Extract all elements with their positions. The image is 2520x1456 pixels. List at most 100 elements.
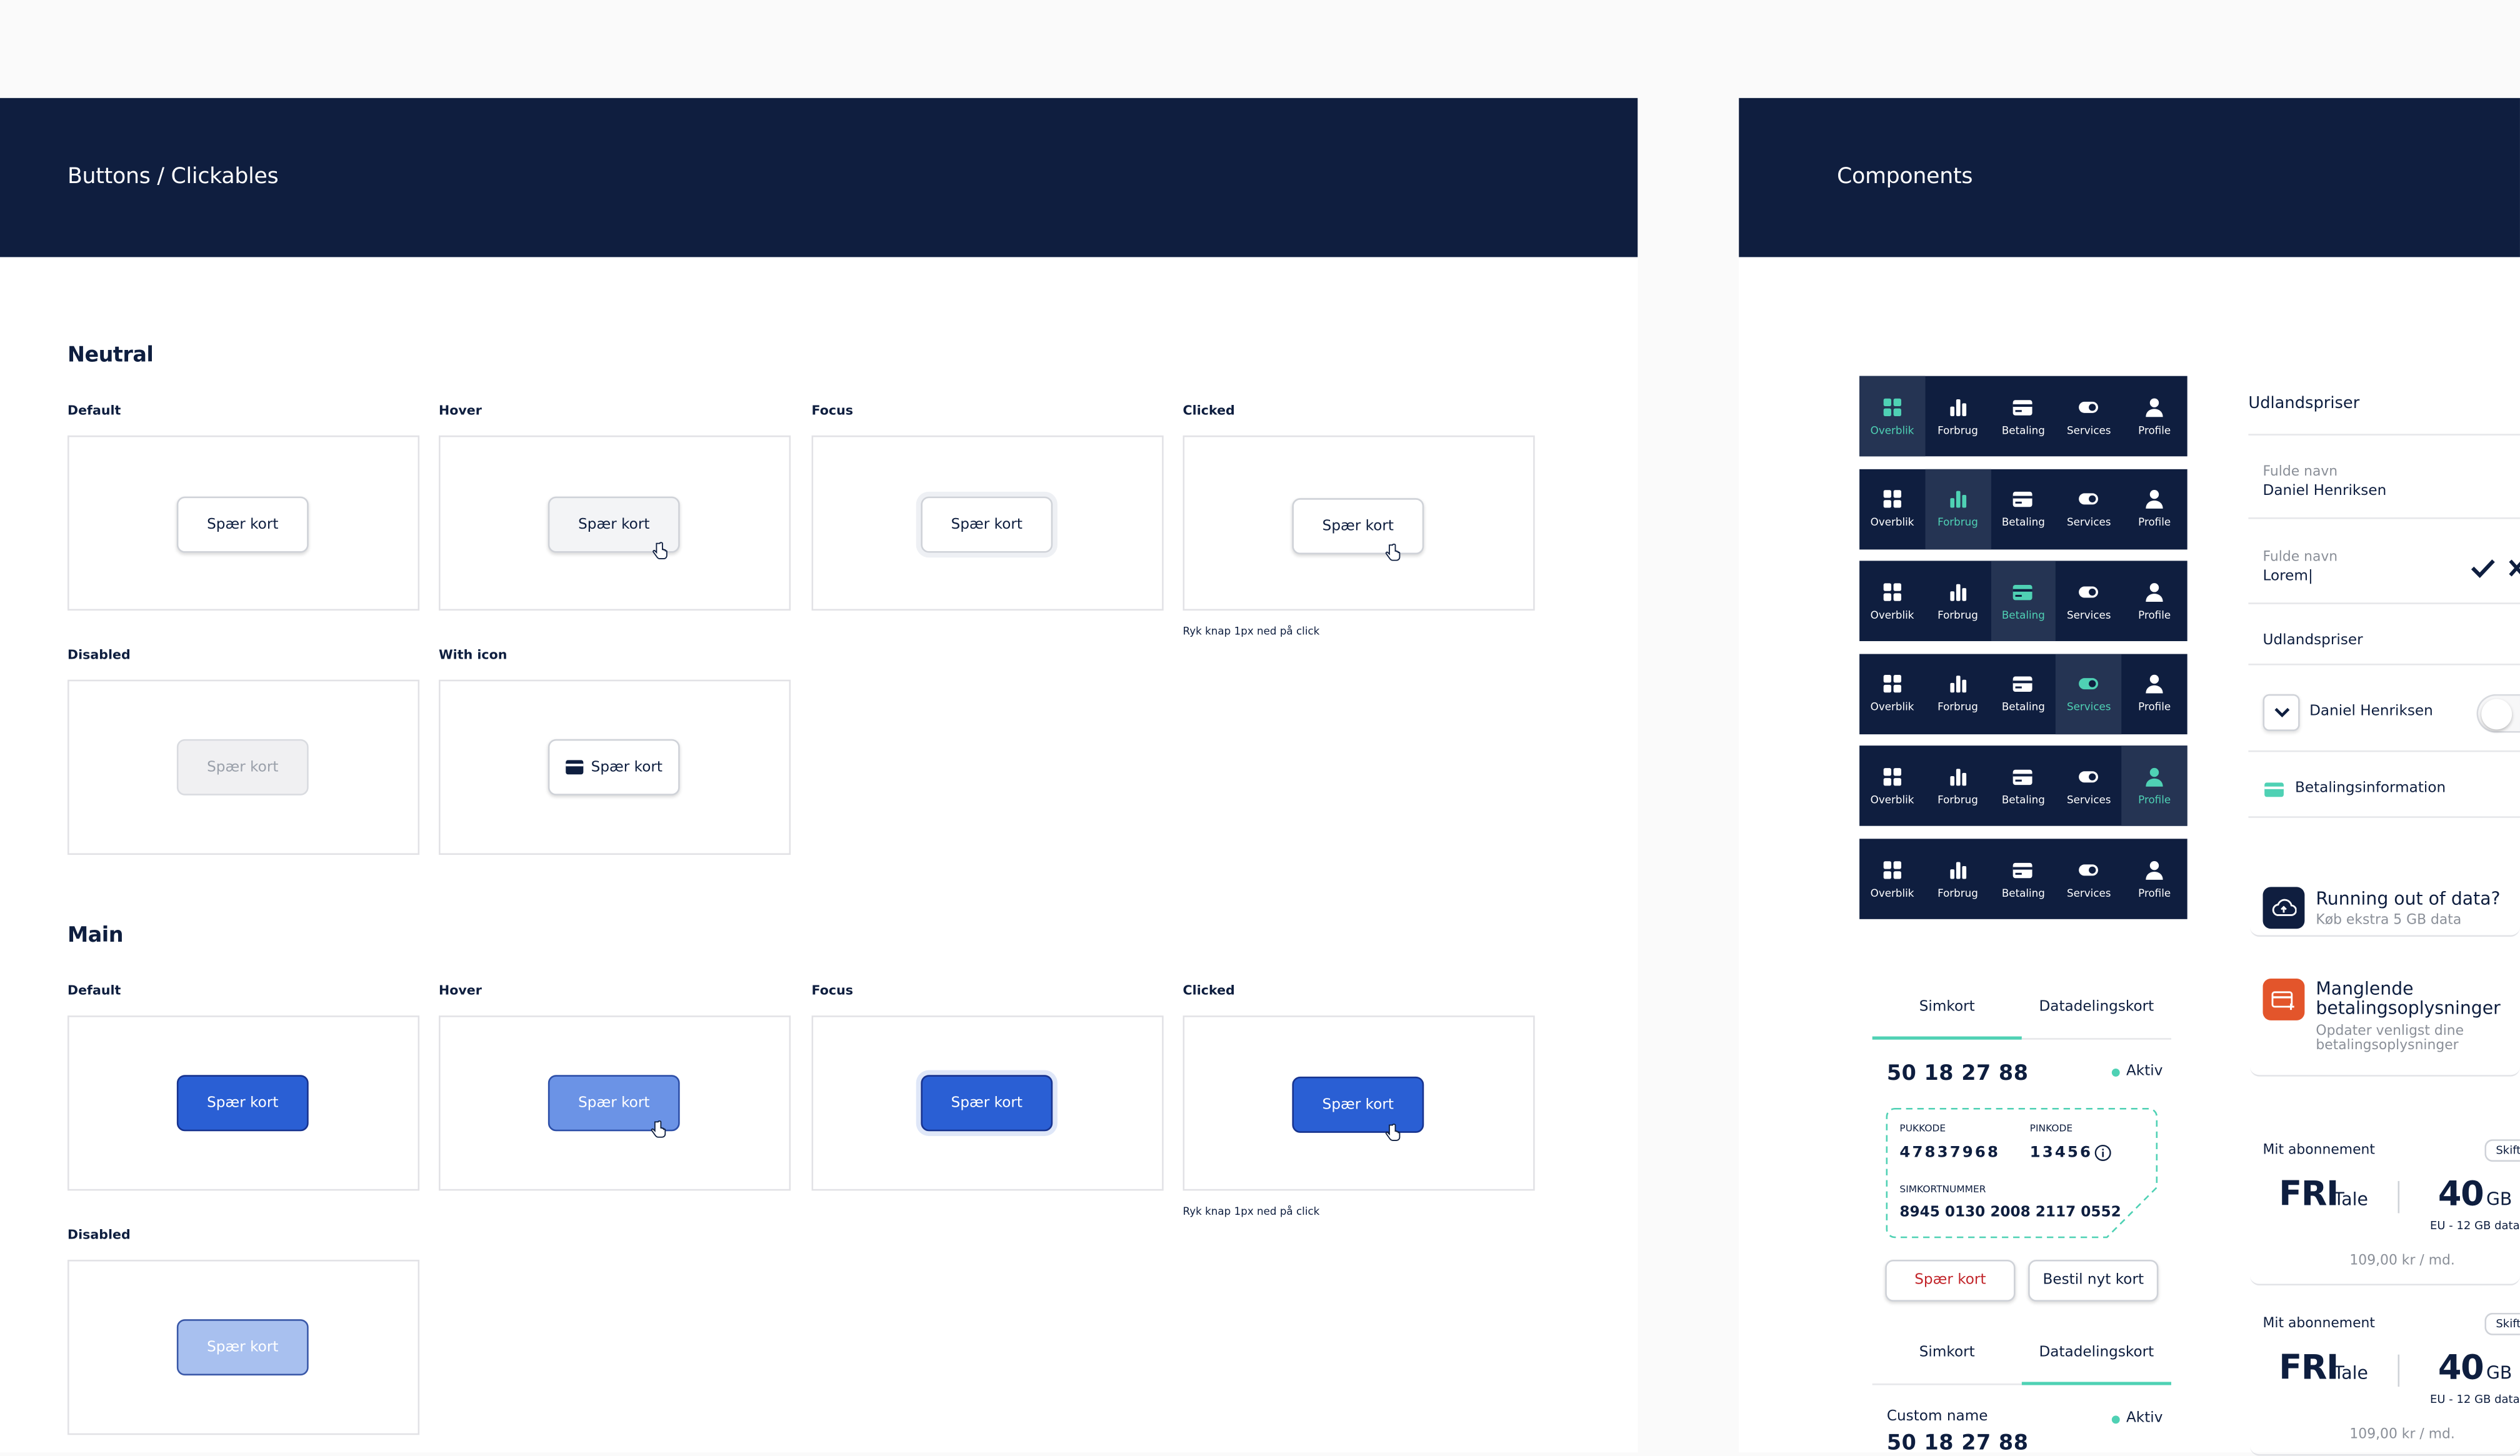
nav-item-betaling[interactable]: Betaling (1990, 561, 2056, 642)
bar-chart-icon (1949, 676, 1966, 694)
block-card-button[interactable]: Spær kort (1885, 1259, 2016, 1302)
toggle-icon (2079, 401, 2099, 412)
bottom-nav-bar: Overblik Forbrug Betaling Services Profile (1859, 839, 2188, 919)
check-icon[interactable] (2470, 557, 2496, 578)
nav-label: Forbrug (1938, 886, 1978, 899)
tab-simkort-2[interactable]: Simkort (1872, 1345, 2022, 1361)
payment-info-link[interactable]: Betalingsinformation (2295, 781, 2446, 797)
form-heading: Udlandspriser (2248, 395, 2360, 413)
neutral-clicked-note: Ryk knap 1px ned på click (1182, 625, 1320, 638)
nav-item-services[interactable]: Services (2056, 376, 2122, 457)
toggle-switch[interactable] (2476, 694, 2520, 733)
neutral-icon-button[interactable]: Spær kort (548, 739, 680, 795)
nav-item-overblik[interactable]: Overblik (1859, 839, 1925, 919)
nav-item-overblik[interactable]: Overblik (1859, 746, 1925, 827)
nav-item-overblik[interactable]: Overblik (1859, 469, 1925, 549)
divider (2398, 1354, 2400, 1387)
info-icon[interactable] (2094, 1144, 2112, 1162)
nav-item-profile[interactable]: Profile (2122, 654, 2188, 734)
tab-datadelingskort[interactable]: Datadelingskort (2022, 999, 2171, 1015)
nav-label: Betaling (2001, 423, 2045, 437)
alert-subtitle: Køb ekstra 5 GB data (2316, 912, 2462, 929)
change-plan-button[interactable]: Skift (2484, 1312, 2520, 1335)
nav-item-forbrug[interactable]: Forbrug (1925, 839, 1991, 919)
credit-card-icon (2013, 492, 2033, 507)
alert-icon-box (2262, 887, 2305, 929)
expand-button[interactable] (2262, 694, 2300, 731)
nav-item-betaling[interactable]: Betaling (1991, 654, 2056, 734)
nav-item-forbrug[interactable]: Forbrug (1925, 376, 1991, 457)
main-default-button[interactable]: Spær kort (176, 1075, 309, 1132)
main-disabled-label: Disabled (67, 1227, 131, 1242)
bottom-nav-bar: Overblik Forbrug Betaling Services Profile (1859, 654, 2188, 734)
nav-label: Betaling (2001, 516, 2045, 529)
neutral-focus-button[interactable]: Spær kort (921, 496, 1053, 553)
nav-item-services[interactable]: Services (2056, 561, 2122, 642)
nav-item-overblik[interactable]: Overblik (1859, 561, 1925, 642)
nav-item-forbrug[interactable]: Forbrug (1925, 654, 1991, 734)
nav-item-services[interactable]: Services (2056, 469, 2122, 549)
nav-item-overblik[interactable]: Overblik (1859, 654, 1925, 734)
bottom-nav-bar: Overblik Forbrug Betaling Services Profile (1859, 376, 2188, 457)
nav-item-forbrug[interactable]: Forbrug (1925, 746, 1991, 827)
nav-item-forbrug[interactable]: Forbrug (1925, 561, 1991, 642)
toggle-icon (2079, 493, 2099, 505)
talk-value: FRI (2279, 1348, 2339, 1387)
divider (2248, 602, 2520, 604)
data-unit: GB (2486, 1362, 2512, 1384)
nav-item-overblik[interactable]: Overblik (1859, 376, 1926, 457)
nav-item-profile[interactable]: Profile (2122, 839, 2188, 919)
neutral-default-button[interactable]: Spær kort (176, 496, 309, 553)
status-badge-2: Aktiv (2111, 1411, 2162, 1427)
nav-label: Overblik (1870, 793, 1914, 807)
nav-label: Betaling (2001, 701, 2045, 714)
nav-item-betaling[interactable]: Betaling (1991, 376, 2056, 457)
nav-item-forbrug[interactable]: Forbrug (1925, 468, 1991, 549)
close-icon[interactable] (2509, 557, 2520, 578)
main-clicked-button[interactable]: Spær kort (1292, 1076, 1424, 1133)
eu-data: EU - 12 GB data (2429, 1219, 2520, 1233)
nav-item-profile[interactable]: Profile (2121, 746, 2188, 827)
nav-item-profile[interactable]: Profile (2122, 561, 2188, 642)
nav-item-profile[interactable]: Profile (2122, 469, 2188, 549)
main-clicked-label: Clicked (1182, 983, 1235, 998)
toggle-knob (2481, 699, 2512, 730)
nav-item-betaling[interactable]: Betaling (1991, 746, 2056, 827)
card-warning-icon (2271, 990, 2294, 1009)
nav-item-services[interactable]: Services (2056, 839, 2122, 919)
nav-item-betaling[interactable]: Betaling (1991, 839, 2056, 919)
nav-label: Profile (2138, 608, 2171, 622)
full-name-input[interactable]: Daniel Henriksen (2263, 484, 2387, 500)
full-name-label: Fulde navn (2262, 464, 2338, 481)
nav-label: Profile (2138, 516, 2171, 529)
alert-title-2: Manglende betalingsoplysninger (2316, 978, 2501, 1019)
status-badge: Aktiv (2111, 1064, 2162, 1080)
toggle-icon (2079, 678, 2099, 690)
nav-label: Services (2067, 793, 2111, 807)
change-plan-button[interactable]: Skift (2484, 1139, 2520, 1162)
nav-item-betaling[interactable]: Betaling (1991, 469, 2056, 549)
toggle-icon (2079, 864, 2099, 875)
pin-code: 13456 (2029, 1144, 2093, 1162)
nav-item-services[interactable]: Services (2056, 654, 2122, 734)
subscription-label: Mit abonnement (2262, 1315, 2375, 1332)
credit-card-icon (565, 760, 583, 775)
data-value: 40 (2438, 1348, 2484, 1387)
main-focus-button[interactable]: Spær kort (921, 1075, 1053, 1132)
pin-label: PINKODE (2029, 1123, 2073, 1135)
credit-card-icon (2013, 862, 2033, 877)
tab-simkort[interactable]: Simkort (1872, 999, 2022, 1015)
neutral-clicked-button[interactable]: Spær kort (1292, 498, 1424, 555)
nav-label: Profile (2138, 701, 2171, 714)
nav-item-services[interactable]: Services (2056, 746, 2122, 827)
nav-item-profile[interactable]: Profile (2122, 376, 2188, 457)
credit-card-icon (2013, 769, 2033, 785)
main-disabled-button: Spær kort (176, 1319, 309, 1376)
full-name-input-2[interactable]: Lorem| (2263, 569, 2313, 585)
neutral-default-label: Default (67, 403, 121, 418)
tab-datadelingskort-2[interactable]: Datadelingskort (2022, 1345, 2171, 1361)
grid-icon (1883, 860, 1901, 879)
bottom-nav-bar: Overblik Forbrug Betaling Services Profile (1859, 746, 2188, 827)
order-new-card-button[interactable]: Bestil nyt kort (2028, 1259, 2159, 1302)
neutral-disabled-label: Disabled (67, 647, 131, 662)
